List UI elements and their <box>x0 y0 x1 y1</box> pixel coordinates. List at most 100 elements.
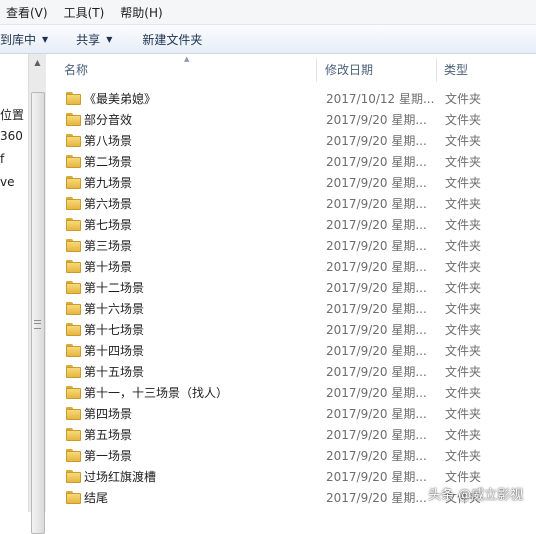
chevron-down-icon: ▼ <box>42 34 49 44</box>
menu-help[interactable]: 帮助(H) <box>120 4 162 21</box>
column-header-name-label: 名称 <box>64 62 89 77</box>
file-date: 2017/9/20 星期... <box>326 428 427 442</box>
file-row[interactable]: 第八场景 2017/9/20 星期... 文件夹 <box>46 131 536 152</box>
file-name: 第十七场景 <box>84 323 145 337</box>
column-header-name[interactable]: 名称 <box>64 54 88 84</box>
file-date: 2017/9/20 星期... <box>326 344 427 358</box>
folder-icon <box>66 218 81 231</box>
folder-icon <box>66 386 81 399</box>
column-header-type-label: 类型 <box>444 62 469 77</box>
file-type: 文件夹 <box>445 323 482 337</box>
file-row[interactable]: 《最美弟媳》 2017/10/12 星期... 文件夹 <box>46 89 536 110</box>
file-row[interactable]: 第九场景 2017/9/20 星期... 文件夹 <box>46 173 536 194</box>
scroll-thumb[interactable] <box>31 92 45 534</box>
file-name: 第十四场景 <box>84 344 145 358</box>
file-name: 过场红旗渡槽 <box>84 470 157 484</box>
file-date: 2017/9/20 星期... <box>326 239 427 253</box>
file-name: 第四场景 <box>84 407 133 421</box>
file-row[interactable]: 第十一，十三场景（找人） 2017/9/20 星期... 文件夹 <box>46 383 536 404</box>
folder-icon <box>66 113 81 126</box>
file-name: 第十一，十三场景（找人） <box>84 386 229 400</box>
file-row[interactable]: 第十五场景 2017/9/20 星期... 文件夹 <box>46 362 536 383</box>
folder-icon <box>66 281 81 294</box>
folder-icon <box>66 407 81 420</box>
column-header-date[interactable]: 修改日期 <box>325 54 373 84</box>
file-type: 文件夹 <box>445 260 482 274</box>
column-divider[interactable] <box>316 58 317 82</box>
column-header-type[interactable]: 类型 <box>444 54 468 84</box>
file-type: 文件夹 <box>445 407 482 421</box>
menu-tools[interactable]: 工具(T) <box>64 4 105 21</box>
file-row[interactable]: 第十二场景 2017/9/20 星期... 文件夹 <box>46 278 536 299</box>
file-date: 2017/9/20 星期... <box>326 134 427 148</box>
folder-icon <box>66 428 81 441</box>
folder-icon <box>66 260 81 273</box>
folder-icon <box>66 176 81 189</box>
file-row[interactable]: 第三场景 2017/9/20 星期... 文件夹 <box>46 236 536 257</box>
folder-icon <box>66 365 81 378</box>
file-row[interactable]: 第十四场景 2017/9/20 星期... 文件夹 <box>46 341 536 362</box>
file-type: 文件夹 <box>445 218 482 232</box>
file-row[interactable]: 部分音效 2017/9/20 星期... 文件夹 <box>46 110 536 131</box>
file-type: 文件夹 <box>445 365 482 379</box>
file-row[interactable]: 第四场景 2017/9/20 星期... 文件夹 <box>46 404 536 425</box>
file-row[interactable]: 第七场景 2017/9/20 星期... 文件夹 <box>46 215 536 236</box>
navigation-pane: 位置 360 f ve <box>0 54 29 512</box>
file-row[interactable]: 第十七场景 2017/9/20 星期... 文件夹 <box>46 320 536 341</box>
file-type: 文件夹 <box>445 449 482 463</box>
file-name: 第二场景 <box>84 155 133 169</box>
file-name: 《最美弟媳》 <box>84 92 157 106</box>
file-row[interactable]: 第十六场景 2017/9/20 星期... 文件夹 <box>46 299 536 320</box>
folder-icon <box>66 239 81 252</box>
include-in-library-label: 到库中 <box>0 32 37 47</box>
file-date: 2017/9/20 星期... <box>326 323 427 337</box>
chevron-down-icon: ▼ <box>106 34 113 44</box>
scroll-grip-icon <box>34 320 41 329</box>
new-folder-label: 新建文件夹 <box>142 32 203 47</box>
folder-icon <box>66 323 81 336</box>
file-date: 2017/9/20 星期... <box>326 176 427 190</box>
file-row[interactable]: 第一场景 2017/9/20 星期... 文件夹 <box>46 446 536 467</box>
scroll-up-arrow-icon[interactable]: ▲ <box>29 54 46 71</box>
file-name: 第十二场景 <box>84 281 145 295</box>
menu-view[interactable]: 查看(V) <box>6 4 48 21</box>
file-type: 文件夹 <box>445 281 482 295</box>
file-type: 文件夹 <box>445 428 482 442</box>
folder-icon <box>66 197 81 210</box>
file-name: 结尾 <box>84 491 109 505</box>
file-date: 2017/9/20 星期... <box>326 365 427 379</box>
share-label: 共享 <box>76 32 101 47</box>
menu-bar: 查看(V) 工具(T) 帮助(H) <box>0 0 536 25</box>
file-row[interactable]: 第二场景 2017/9/20 星期... 文件夹 <box>46 152 536 173</box>
new-folder-button[interactable]: 新建文件夹 <box>142 31 202 48</box>
file-name: 第一场景 <box>84 449 133 463</box>
include-in-library-button[interactable]: 到库中 ▼ <box>0 31 48 48</box>
sort-ascending-icon: ▲ <box>184 55 190 63</box>
file-type: 文件夹 <box>445 344 482 358</box>
folder-icon <box>66 449 81 462</box>
file-row[interactable]: 第十场景 2017/9/20 星期... 文件夹 <box>46 257 536 278</box>
file-name: 第十场景 <box>84 260 133 274</box>
file-type: 文件夹 <box>445 386 482 400</box>
file-type: 文件夹 <box>445 155 482 169</box>
file-row[interactable]: 第五场景 2017/9/20 星期... 文件夹 <box>46 425 536 446</box>
file-row[interactable]: 第六场景 2017/9/20 星期... 文件夹 <box>46 194 536 215</box>
file-name: 第六场景 <box>84 197 133 211</box>
file-type: 文件夹 <box>445 302 482 316</box>
column-headers: ▲ 名称 修改日期 类型 <box>46 54 536 84</box>
file-date: 2017/9/20 星期... <box>326 281 427 295</box>
nav-item[interactable]: 360 <box>0 129 23 143</box>
file-date: 2017/9/20 星期... <box>326 449 427 463</box>
nav-scrollbar[interactable]: ▲ <box>28 54 46 534</box>
file-date: 2017/10/12 星期... <box>326 92 435 106</box>
file-type: 文件夹 <box>445 92 482 106</box>
file-type: 文件夹 <box>445 134 482 148</box>
file-date: 2017/9/20 星期... <box>326 470 427 484</box>
nav-item[interactable]: f <box>0 152 4 166</box>
share-button[interactable]: 共享 ▼ <box>76 31 112 48</box>
column-divider[interactable] <box>436 58 437 82</box>
file-name: 部分音效 <box>84 113 133 127</box>
nav-item[interactable]: ve <box>0 175 14 189</box>
nav-item[interactable]: 位置 <box>0 106 24 123</box>
file-name: 第五场景 <box>84 428 133 442</box>
